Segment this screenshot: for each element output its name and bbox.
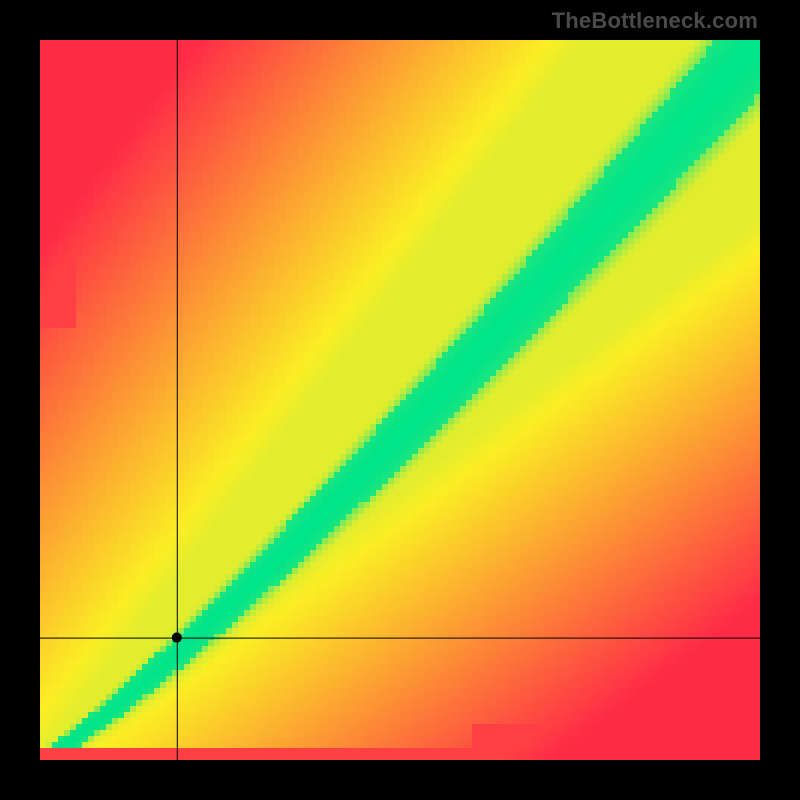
plot-area	[40, 40, 760, 760]
watermark-text: TheBottleneck.com	[552, 8, 758, 34]
chart-frame: TheBottleneck.com	[0, 0, 800, 800]
bottleneck-heatmap	[40, 40, 760, 760]
